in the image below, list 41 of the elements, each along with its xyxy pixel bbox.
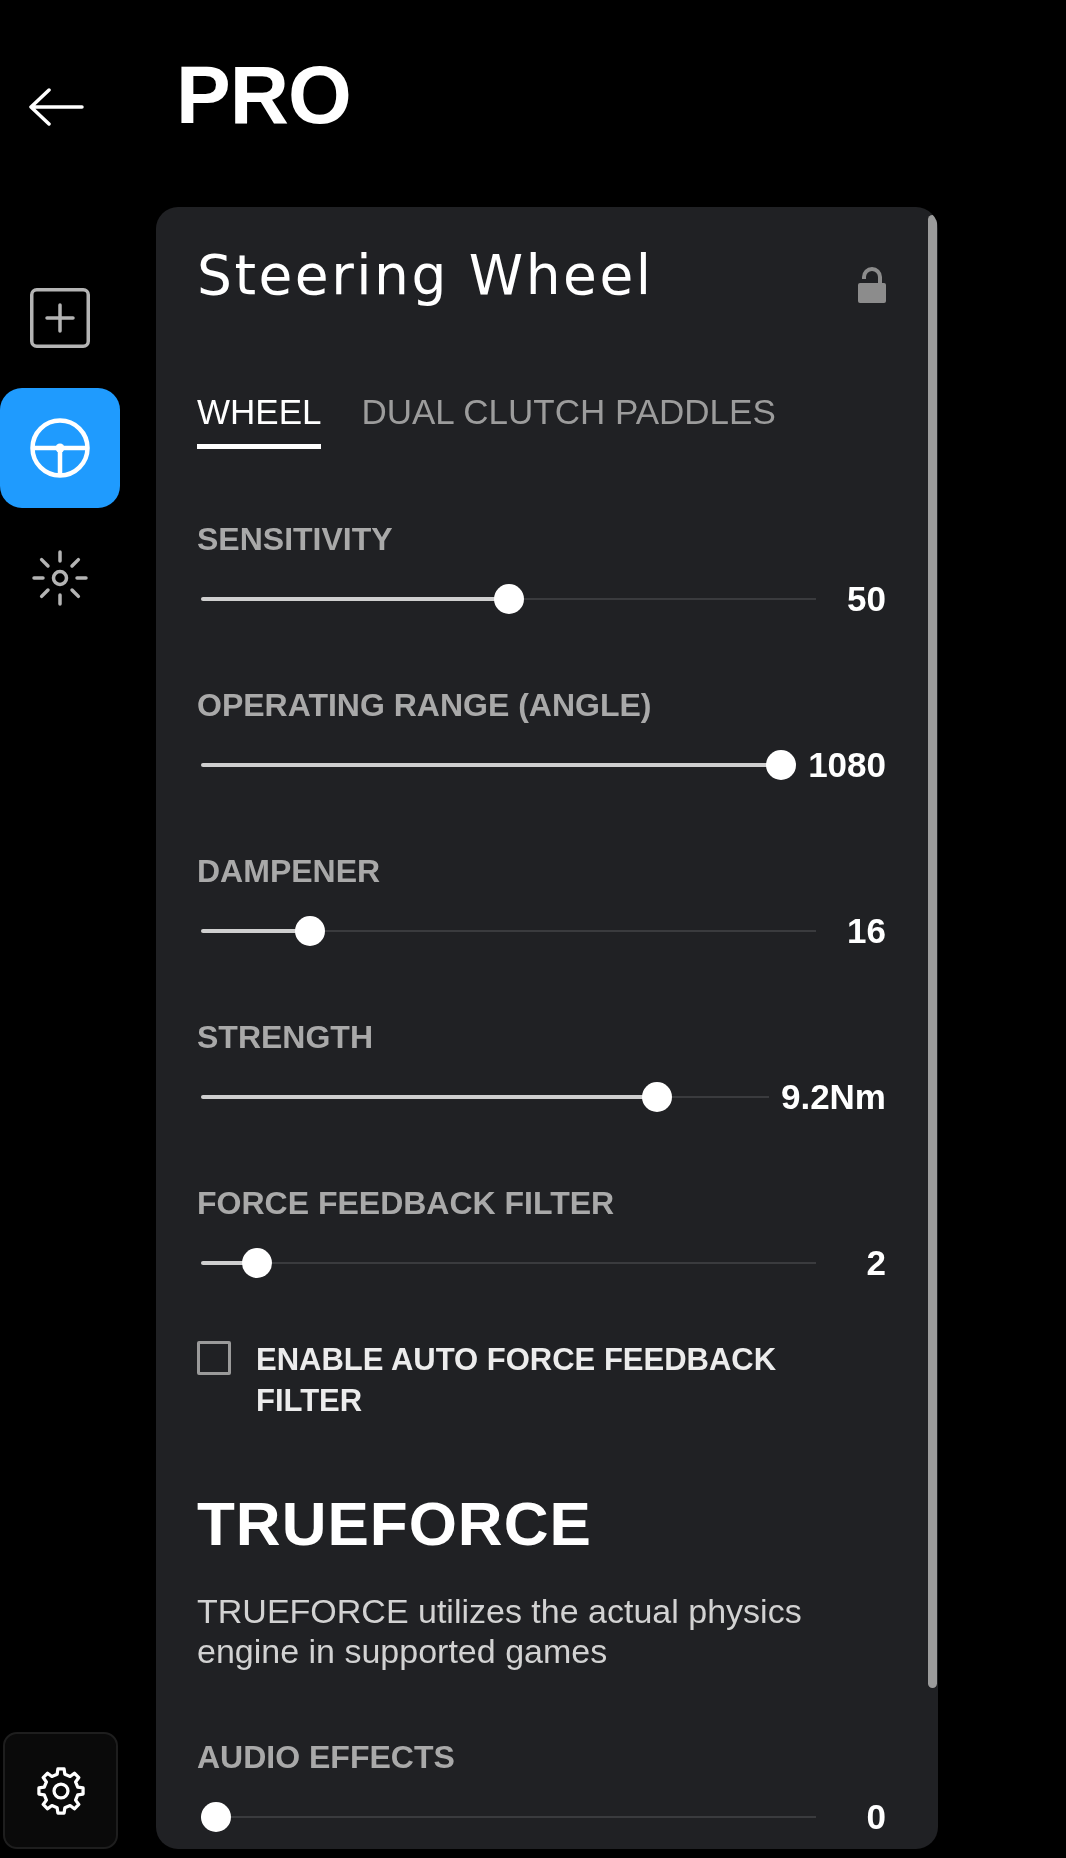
slider-value: 1080 — [808, 747, 886, 783]
trueforce-description: TRUEFORCE utilizes the actual physics engine in supported games — [197, 1591, 803, 1671]
slider-track[interactable] — [201, 1082, 769, 1112]
scrollbar[interactable] — [928, 215, 937, 1688]
slider-label: SENSITIVITY — [197, 521, 394, 557]
slider-thumb[interactable] — [294, 916, 325, 946]
steering-wheel-icon — [29, 417, 91, 479]
tab[interactable]: WHEEL — [197, 392, 322, 449]
slider-track[interactable] — [201, 584, 816, 614]
checkbox-label: ENABLE AUTO FORCE FEEDBACK FILTER — [256, 1341, 778, 1420]
slider-track[interactable] — [201, 1248, 816, 1278]
slider-value: 0 — [865, 1799, 886, 1835]
slider-thumb[interactable] — [201, 1802, 231, 1832]
slider-value: 16 — [846, 913, 886, 949]
back-icon[interactable] — [28, 88, 84, 126]
device-title: PRO — [176, 54, 351, 136]
slider-label: DAMPENER — [197, 853, 382, 889]
slider-thumb[interactable] — [493, 584, 524, 614]
slider-label: OPERATING RANGE (ANGLE) — [197, 687, 653, 723]
slider-track[interactable] — [201, 916, 816, 946]
slider-value: 50 — [846, 581, 886, 617]
settings-icon — [34, 1764, 87, 1817]
settings-button[interactable] — [3, 1732, 118, 1849]
slider-track[interactable] — [201, 750, 797, 780]
brightness-icon — [30, 548, 90, 608]
add-square-icon — [30, 288, 90, 348]
slider-thumb[interactable] — [241, 1248, 272, 1278]
slider-value: 2 — [865, 1245, 886, 1281]
checkbox[interactable] — [197, 1341, 231, 1375]
slider-value: 9.2Nm — [780, 1079, 886, 1115]
slider-thumb[interactable] — [766, 750, 797, 780]
slider-thumb[interactable] — [642, 1082, 673, 1112]
trueforce-logo: TRUEFORCE — [197, 1493, 592, 1555]
lock-icon[interactable] — [856, 267, 888, 303]
slider-track[interactable] — [201, 1802, 816, 1832]
sidebar-item[interactable] — [0, 388, 120, 508]
panel-title: Steering Wheel — [197, 242, 654, 308]
tab[interactable]: DUAL CLUTCH PADDLES — [361, 392, 776, 449]
slider-label: AUDIO EFFECTS — [197, 1739, 456, 1775]
slider-label: STRENGTH — [197, 1019, 374, 1055]
slider-label: FORCE FEEDBACK FILTER — [197, 1185, 616, 1221]
